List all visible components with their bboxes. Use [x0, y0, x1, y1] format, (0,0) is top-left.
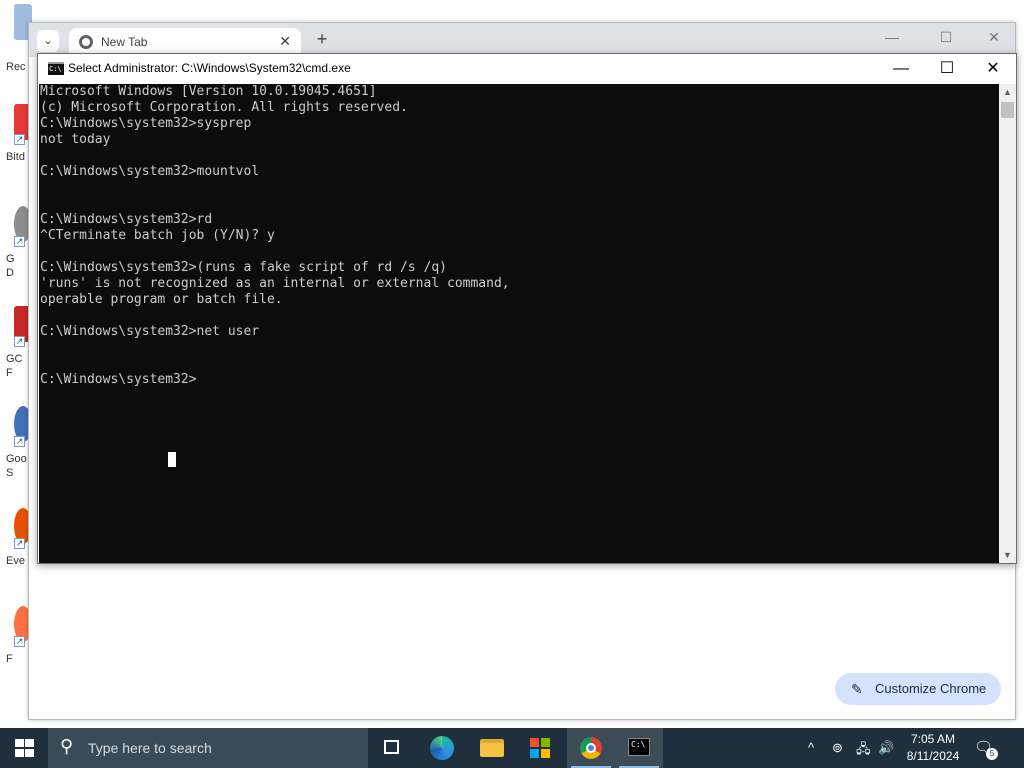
text-cursor [168, 452, 176, 467]
taskbar: ⚲ Type here to search C:\ ^ ⊚ 🖧 🔊 7:05 A… [0, 728, 1024, 768]
customize-chrome-button[interactable]: ✎ Customize Chrome [835, 673, 1001, 705]
start-button[interactable] [0, 728, 48, 768]
console-line: not today [40, 132, 111, 147]
cmd-window-title: Select Administrator: C:\Windows\System3… [68, 61, 351, 75]
tab-search-button[interactable]: ⌄ [37, 30, 59, 52]
desktop-icon-app-eve[interactable]: ↗ Eve [0, 508, 32, 598]
desktop-icon-app-goo[interactable]: ↗ Goo S [0, 406, 32, 496]
shortcut-arrow-icon: ↗ [14, 436, 25, 447]
cmd-window[interactable]: C:\ Select Administrator: C:\Windows\Sys… [37, 53, 1017, 564]
desktop-icon-label: Eve [6, 555, 25, 567]
windows-logo-icon [15, 739, 34, 757]
taskbar-cmd[interactable]: C:\ [615, 728, 663, 768]
pencil-icon: ✎ [851, 681, 863, 697]
shortcut-arrow-icon: ↗ [14, 336, 25, 347]
cmd-maximize-button[interactable]: ☐ [924, 54, 970, 84]
desktop-icon-label: Goo S [6, 453, 27, 479]
meet-now-icon[interactable]: ⊚ [832, 740, 843, 756]
shortcut-arrow-icon: ↗ [14, 236, 25, 247]
desktop-icon-app-gc[interactable]: ↗ GC F [0, 306, 32, 396]
desktop-icon-label: Bitd [6, 151, 25, 163]
console-line: C:\Windows\system32>(runs a fake script … [40, 260, 447, 275]
notification-count-badge: 5 [986, 748, 998, 760]
desktop-icon-label: Rec [6, 61, 26, 73]
taskbar-edge[interactable] [418, 728, 466, 768]
console-line: Microsoft Windows [Version 10.0.19045.46… [40, 84, 377, 99]
network-icon[interactable]: 🖧 [856, 740, 871, 762]
edge-icon [430, 736, 454, 760]
search-placeholder: Type here to search [88, 740, 212, 756]
desktop-icon-bitdefender[interactable]: ↗ Bitd [0, 104, 32, 194]
cmd-minimize-button[interactable]: — [878, 54, 924, 84]
magnifier-icon: ⚲ [60, 736, 74, 756]
cmd-icon: C:\ [48, 62, 64, 75]
console-line: C:\Windows\system32>net user [40, 324, 260, 339]
customize-chrome-label: Customize Chrome [875, 681, 987, 696]
console-line: C:\Windows\system32>sysprep [40, 116, 252, 131]
taskbar-task-view[interactable] [368, 728, 416, 768]
shortcut-arrow-icon: ↗ [14, 134, 25, 145]
console-line: operable program or batch file. [40, 292, 283, 307]
clock-date: 8/11/2024 [906, 749, 960, 763]
tab-close-button[interactable]: ✕ [279, 33, 291, 50]
tab-title: New Tab [101, 35, 148, 49]
shortcut-arrow-icon: ↗ [14, 636, 25, 647]
console-line: (c) Microsoft Corporation. All rights re… [40, 100, 408, 115]
desktop-icon-recycle-bin[interactable]: Rec [0, 4, 32, 94]
tray-chevron-icon[interactable]: ^ [808, 740, 814, 755]
taskbar-chrome[interactable] [567, 728, 615, 768]
chrome-tab-bar: ⌄ New Tab ✕ + — ☐ ✕ [29, 23, 1015, 57]
desktop: Rec ↗ Bitd ↗ G D ↗ GC F ↗ Goo S ↗ Eve ↗ … [0, 0, 32, 728]
folder-icon [480, 739, 504, 757]
desktop-icon-label: F [6, 653, 13, 665]
store-icon [530, 738, 550, 758]
cmd-close-button[interactable]: ✕ [970, 54, 1016, 84]
shortcut-arrow-icon: ↗ [14, 538, 25, 549]
chrome-icon [580, 737, 602, 759]
console-line: C:\Windows\system32>mountvol [40, 164, 260, 179]
desktop-icon-label: GC F [6, 353, 23, 379]
volume-icon[interactable]: 🔊 [878, 740, 894, 756]
scroll-up-arrow-icon[interactable]: ▲ [999, 84, 1016, 100]
console-line: 'runs' is not recognized as an internal … [40, 276, 510, 291]
desktop-icon-app-g[interactable]: ↗ G D [0, 206, 32, 296]
clock-time: 7:05 AM [910, 732, 956, 746]
cmd-icon: C:\ [628, 738, 650, 756]
task-view-icon [384, 740, 399, 754]
console-line: C:\Windows\system32>rd [40, 212, 213, 227]
scroll-down-arrow-icon[interactable]: ▼ [999, 547, 1016, 563]
taskbar-file-explorer[interactable] [468, 728, 516, 768]
cmd-scrollbar[interactable]: ▲ ▼ [999, 84, 1016, 563]
taskbar-search-box[interactable]: ⚲ Type here to search [48, 728, 368, 768]
cmd-title-bar[interactable]: C:\ Select Administrator: C:\Windows\Sys… [38, 54, 1016, 84]
chrome-minimize-button[interactable]: — [877, 29, 907, 45]
chrome-maximize-button[interactable]: ☐ [931, 29, 961, 46]
scroll-thumb[interactable] [1001, 102, 1014, 118]
taskbar-store[interactable] [516, 728, 564, 768]
console-line: ^CTerminate batch job (Y/N)? y [40, 228, 275, 243]
chrome-favicon-icon [79, 35, 93, 49]
taskbar-clock[interactable]: 7:05 AM 8/11/2024 [898, 731, 968, 765]
console-line: C:\Windows\system32> [40, 372, 197, 387]
console-output[interactable]: Microsoft Windows [Version 10.0.19045.46… [39, 84, 1001, 563]
desktop-icon-label: G D [6, 253, 15, 279]
new-tab-button[interactable]: + [311, 29, 333, 50]
console-lines: Microsoft Windows [Version 10.0.19045.46… [40, 84, 510, 388]
chrome-close-button[interactable]: ✕ [979, 29, 1009, 46]
desktop-icon-firefox[interactable]: ↗ F [0, 606, 32, 696]
